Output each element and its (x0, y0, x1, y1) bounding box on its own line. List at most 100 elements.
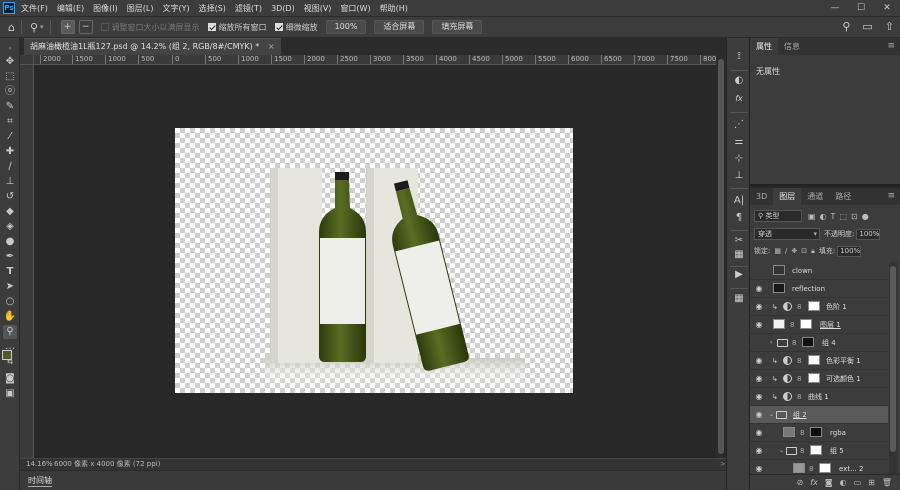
eye-icon[interactable]: ◉ (754, 284, 764, 293)
link-icon[interactable]: 8 (792, 339, 796, 347)
new-layer-icon[interactable]: ⊞ (868, 478, 875, 487)
layer-row[interactable]: › 8 组 4 (750, 334, 888, 352)
move-tool-icon[interactable]: ✥ (3, 55, 17, 69)
horizontal-ruler[interactable]: 2000 1500 1000 500 0 500 1000 1500 2000 … (34, 55, 716, 65)
link-icon[interactable]: 8 (797, 393, 801, 401)
chevron-down-icon[interactable]: ⌄ (779, 447, 784, 454)
healing-brush-tool-icon[interactable]: ✚ (3, 145, 17, 159)
eraser-tool-icon[interactable]: ◆ (3, 205, 17, 219)
link-icon[interactable]: 8 (800, 429, 804, 437)
eye-icon[interactable]: ◉ (754, 356, 764, 365)
layer-mask-thumbnail[interactable] (810, 427, 822, 437)
adjustments-icon[interactable]: ⚌ (732, 135, 746, 149)
clone-stamp-tool-icon[interactable]: ⊥ (3, 175, 17, 189)
lock-all-icon[interactable]: 🔒︎ (811, 247, 815, 256)
brush-tool-icon[interactable]: ∕ (3, 160, 17, 174)
type-tool-icon[interactable]: T (3, 265, 17, 279)
share-icon[interactable]: ⇧ (885, 20, 894, 33)
paint-bucket-tool-icon[interactable]: ◈ (3, 220, 17, 234)
home-icon[interactable]: ⌂ (8, 21, 15, 34)
eye-icon[interactable]: ◉ (754, 320, 764, 329)
eye-icon[interactable]: ◉ (754, 446, 764, 455)
layer-row[interactable]: ◉ reflection (750, 280, 888, 298)
vertical-ruler[interactable] (20, 65, 34, 458)
canvas-area[interactable] (34, 65, 716, 458)
search-icon[interactable]: ⚲ (842, 20, 850, 33)
zoom-in-button[interactable]: + (60, 20, 75, 34)
eyedropper-tool-icon[interactable]: ⁄ (3, 130, 17, 144)
tab-layers[interactable]: 图层 (773, 188, 802, 205)
history-panel-icon[interactable]: ⟟ (732, 50, 746, 64)
add-mask-icon[interactable]: ◙ (825, 478, 833, 487)
lock-position-icon[interactable]: ✥ (791, 247, 797, 255)
pen-tool-icon[interactable]: ✒ (3, 250, 17, 264)
ruler-origin[interactable] (20, 55, 34, 65)
tab-paths[interactable]: 路径 (829, 188, 857, 205)
menu-select[interactable]: 选择(S) (199, 3, 226, 14)
layer-row[interactable]: ◉ 8 ext... 2 (750, 460, 888, 474)
new-adjustment-icon[interactable]: ◐ (840, 478, 847, 487)
tab-info[interactable]: 信息 (778, 38, 806, 55)
menu-help[interactable]: 帮助(H) (380, 3, 408, 14)
menu-type[interactable]: 文字(Y) (162, 3, 189, 14)
quick-mask-icon[interactable]: ◙ (3, 372, 17, 386)
dodge-tool-icon[interactable]: ● (3, 235, 17, 249)
link-icon[interactable]: 8 (797, 303, 801, 311)
scrollbar-thumb[interactable] (718, 59, 724, 454)
resize-windows-checkbox[interactable] (100, 23, 109, 31)
fx-panel-icon[interactable]: fx (732, 92, 746, 106)
eye-icon[interactable]: ◉ (754, 410, 764, 419)
tab-3d[interactable]: 3D (750, 188, 773, 205)
quick-select-tool-icon[interactable]: ✎ (3, 100, 17, 114)
foreground-color-swatch[interactable] (2, 350, 12, 360)
chevron-down-icon[interactable]: ⌄ (769, 411, 774, 418)
link-icon[interactable]: 8 (797, 357, 801, 365)
chevron-right-icon[interactable]: › (770, 339, 772, 346)
delete-layer-icon[interactable]: 🗑︎ (882, 478, 892, 487)
layer-row[interactable]: ◉ ↳ 8 可选颜色 1 (750, 370, 888, 388)
path-select-tool-icon[interactable]: ➤ (3, 280, 17, 294)
link-icon[interactable]: 8 (800, 447, 804, 455)
tab-properties[interactable]: 属性 (750, 38, 778, 55)
opacity-input[interactable]: 100% (856, 228, 881, 240)
link-icon[interactable]: 8 (809, 465, 813, 473)
menu-layer[interactable]: 图层(L) (127, 3, 154, 14)
brush-settings-icon[interactable]: ⋰ (732, 118, 746, 132)
filter-shape-icon[interactable]: ⬚ (839, 212, 847, 221)
fill-input[interactable]: 100% (837, 245, 862, 257)
menu-image[interactable]: 图像(I) (93, 3, 118, 14)
styles-panel-icon[interactable]: ▦ (732, 248, 746, 262)
grid-panel-icon[interactable]: ▦ (732, 292, 746, 306)
hand-tool-icon[interactable]: ✋ (3, 310, 17, 324)
paragraph-panel-icon[interactable]: ¶ (732, 211, 746, 225)
menu-view[interactable]: 视图(V) (304, 3, 332, 14)
layer-row[interactable]: ◉ ⌄ 8 组 5 (750, 442, 888, 460)
layer-mask-thumbnail[interactable] (808, 355, 820, 365)
filter-smart-object-icon[interactable]: ⊡ (851, 212, 858, 221)
ellipse-tool-icon[interactable]: ○ (3, 295, 17, 309)
tab-channels[interactable]: 通道 (801, 188, 829, 205)
zoom-out-button[interactable]: − (78, 20, 93, 34)
filter-adjustment-icon[interactable]: ◐ (820, 212, 827, 221)
scrollbar-thumb[interactable] (890, 266, 896, 452)
workspace-icon[interactable]: ▭ (862, 20, 872, 33)
filter-pixel-icon[interactable]: ▣ (808, 212, 816, 221)
fit-screen-button[interactable]: 适合屏幕 (374, 20, 425, 34)
zoom-tool-preset-icon[interactable]: ⚲ (30, 21, 38, 34)
layer-mask-thumbnail[interactable] (810, 445, 822, 455)
panel-menu-icon[interactable]: ≡ (887, 188, 895, 205)
zoom-level[interactable]: 14.16% (26, 459, 53, 470)
layer-row[interactable]: ◉ 8 图层 1 (750, 316, 888, 334)
layer-mask-thumbnail[interactable] (819, 463, 831, 473)
filter-toggle-icon[interactable]: ● (862, 212, 869, 221)
canvas-vertical-scrollbar[interactable] (716, 55, 726, 458)
color-panel-icon[interactable]: ◐ (732, 74, 746, 88)
panel-menu-icon[interactable]: ≡ (887, 38, 895, 55)
crop-tool-icon[interactable]: ⌗ (3, 115, 17, 129)
layer-mask-thumbnail[interactable] (808, 301, 820, 311)
chevron-down-icon[interactable]: ▾ (40, 23, 44, 31)
status-menu-arrow[interactable]: > (720, 459, 726, 470)
new-group-icon[interactable]: ▭ (854, 478, 862, 487)
layer-row[interactable]: ◉ ↳ 8 曲线 1 (750, 388, 888, 406)
filter-type-icon[interactable]: T (831, 212, 836, 221)
